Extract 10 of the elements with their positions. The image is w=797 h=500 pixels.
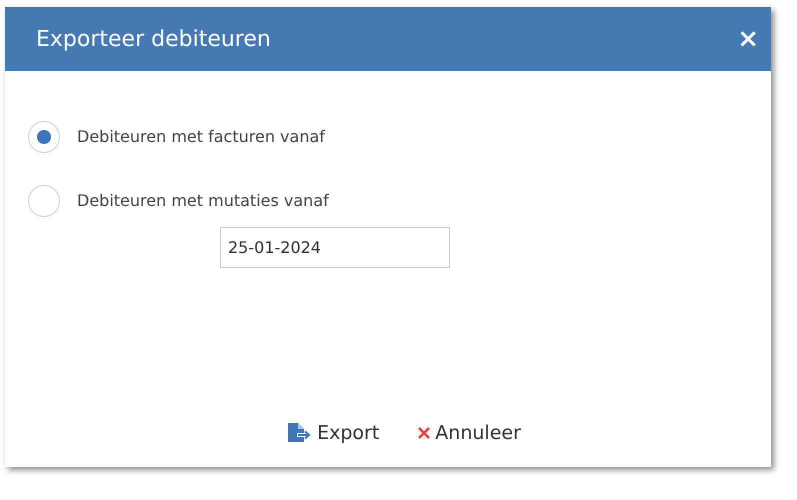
date-field[interactable]: 25-01-2024 [220, 227, 450, 268]
close-button[interactable]: × [737, 26, 759, 52]
window-title: Exporteer debiteuren [36, 26, 271, 54]
export-button[interactable]: Export [287, 418, 380, 447]
radio-button[interactable] [28, 185, 60, 217]
radio-button[interactable] [28, 121, 60, 153]
cancel-button[interactable]: Annuleer [417, 418, 521, 447]
option-label: Debiteuren met mutaties vanaf [77, 190, 329, 212]
close-icon [417, 426, 432, 440]
option-label: Debiteuren met facturen vanaf [77, 126, 325, 148]
